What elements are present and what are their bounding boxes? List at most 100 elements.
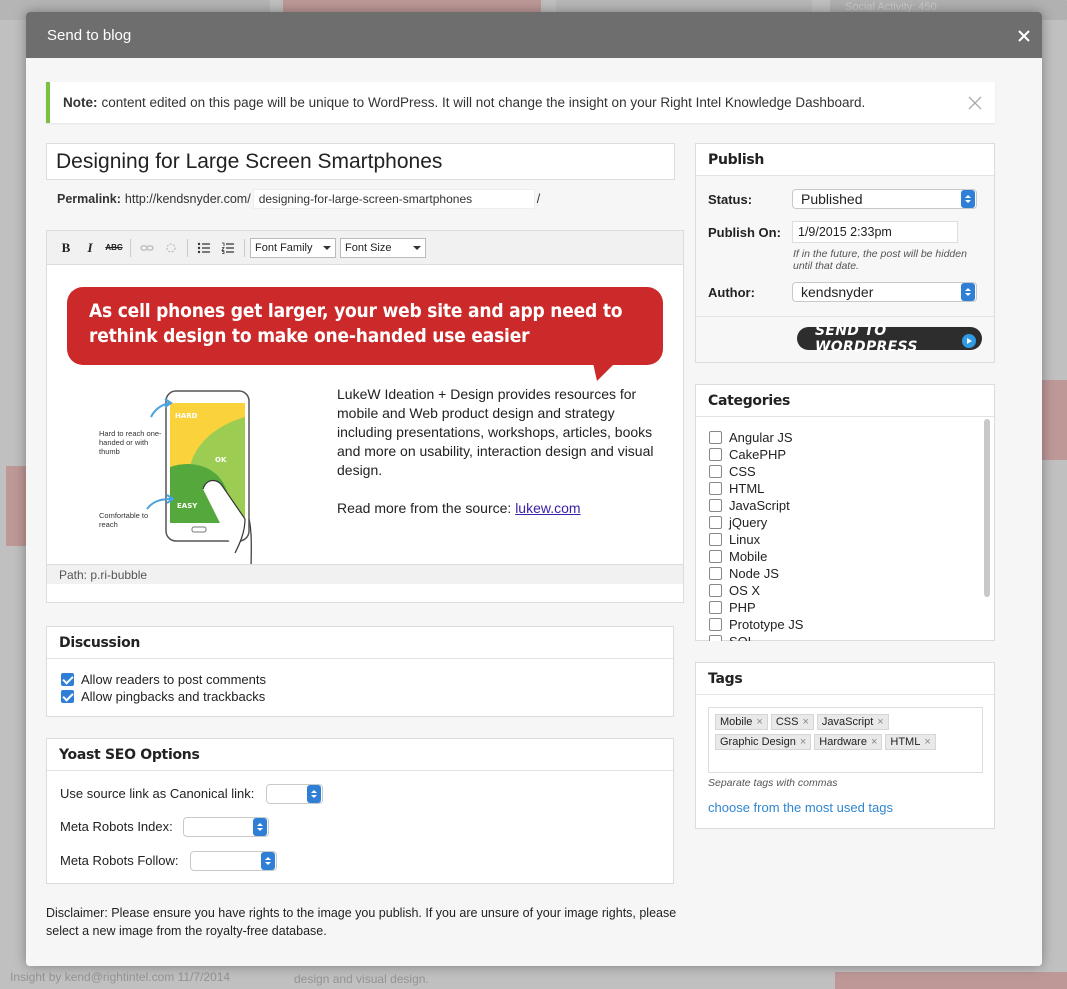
remove-tag-icon[interactable]: ×	[756, 716, 762, 728]
tag-label: CSS	[775, 716, 799, 728]
category-label: SQL	[729, 633, 755, 641]
category-item[interactable]: JavaScript	[709, 497, 803, 514]
category-item[interactable]: OS X	[709, 582, 803, 599]
tag-label: JavaScript	[821, 716, 874, 728]
status-select[interactable]: Published	[792, 189, 977, 209]
font-family-select[interactable]: Font Family	[250, 237, 336, 258]
remove-tag-icon[interactable]: ×	[802, 716, 808, 728]
author-label: Author:	[708, 285, 755, 300]
tag-chip: Graphic Design ×	[715, 734, 812, 750]
tags-title: Tags	[696, 663, 994, 695]
robots-index-select[interactable]	[183, 817, 269, 837]
category-checkbox[interactable]	[709, 431, 722, 444]
tag-chip: Mobile ×	[715, 714, 768, 730]
category-item[interactable]: PHP	[709, 599, 803, 616]
category-checkbox[interactable]	[709, 516, 722, 529]
robots-follow-select[interactable]	[190, 851, 277, 871]
image-rights-disclaimer: Disclaimer: Please ensure you have right…	[46, 906, 677, 938]
unlink-icon[interactable]	[160, 237, 182, 259]
category-checkbox[interactable]	[709, 499, 722, 512]
author-select[interactable]: kendsnyder	[792, 282, 977, 302]
post-title-input[interactable]	[46, 143, 675, 180]
category-item[interactable]: SQL	[709, 633, 803, 641]
allow-comments-option[interactable]: Allow readers to post comments	[61, 671, 673, 688]
dismiss-notice-icon[interactable]	[967, 95, 983, 111]
tag-label: HTML	[890, 736, 921, 748]
category-label: Prototype JS	[729, 617, 804, 632]
allow-pingbacks-checkbox[interactable]	[61, 690, 74, 703]
category-checkbox[interactable]	[709, 465, 722, 478]
close-icon[interactable]	[1016, 28, 1032, 44]
send-to-wordpress-button[interactable]: SEND TO WORDPRESS	[797, 323, 982, 355]
choose-most-used-tags-link[interactable]: choose from the most used tags	[708, 800, 893, 815]
category-item[interactable]: jQuery	[709, 514, 803, 531]
remove-tag-icon[interactable]: ×	[871, 736, 877, 748]
permalink-slug-input[interactable]: designing-for-large-screen-smartphones	[252, 189, 535, 209]
thumb-zone-illustration: HARD OK EASY	[146, 390, 252, 573]
zone-easy-label: EASY	[177, 502, 198, 510]
tag-chip: HTML ×	[885, 734, 936, 750]
category-item[interactable]: Mobile	[709, 548, 803, 565]
permalink-suffix: /	[536, 192, 541, 206]
permalink-row: Permalink: http://kendsnyder.com/ design…	[57, 189, 540, 209]
italic-button[interactable]: I	[79, 237, 101, 259]
spinner-icon	[307, 785, 321, 803]
hard-to-reach-label: Hard to reach one-handed or with thumb	[99, 429, 162, 456]
toolbar-separator	[244, 238, 245, 257]
remove-tag-icon[interactable]: ×	[877, 716, 883, 728]
categories-scrollbar[interactable]	[984, 419, 990, 597]
category-checkbox[interactable]	[709, 584, 722, 597]
tags-hint: Separate tags with commas	[708, 777, 838, 789]
category-label: jQuery	[729, 515, 768, 530]
category-checkbox[interactable]	[709, 550, 722, 563]
category-checkbox[interactable]	[709, 482, 722, 495]
robots-follow-label: Meta Robots Follow:	[60, 853, 179, 868]
allow-comments-checkbox[interactable]	[61, 673, 74, 686]
category-checkbox[interactable]	[709, 567, 722, 580]
remove-tag-icon[interactable]: ×	[800, 736, 806, 748]
category-item[interactable]: HTML	[709, 480, 803, 497]
category-item[interactable]: Prototype JS	[709, 616, 803, 633]
bullet-list-icon[interactable]	[193, 237, 215, 259]
category-item[interactable]: Linux	[709, 531, 803, 548]
canonical-select[interactable]	[266, 784, 323, 804]
spinner-icon	[961, 190, 975, 208]
font-size-select[interactable]: Font Size	[340, 237, 426, 258]
link-icon[interactable]	[136, 237, 158, 259]
bold-button[interactable]: B	[55, 237, 77, 259]
allow-pingbacks-option[interactable]: Allow pingbacks and trackbacks	[61, 688, 673, 705]
strikethrough-button[interactable]: ABC	[103, 237, 125, 259]
zone-hard-label: HARD	[175, 412, 198, 420]
remove-tag-icon[interactable]: ×	[924, 736, 930, 748]
editor-toolbar: B I ABC Font Family Font Size	[47, 231, 683, 265]
zone-ok-label: OK	[215, 456, 227, 464]
publish-panel: Publish Status: Published Publish On: 1/…	[695, 143, 995, 363]
categories-list-viewport[interactable]: Angular JS CakePHP CSS HTML JavaScript jQuery…	[696, 418, 994, 641]
publish-on-input[interactable]: 1/9/2015 2:33pm	[792, 221, 958, 243]
category-label: CakePHP	[729, 447, 787, 462]
category-checkbox[interactable]	[709, 601, 722, 614]
category-item[interactable]: CSS	[709, 463, 803, 480]
tag-label: Hardware	[819, 736, 867, 748]
editor-path-bar: Path: p.ri-bubble	[47, 564, 683, 584]
editor-content[interactable]: As cell phones get larger, your web site…	[47, 265, 683, 584]
category-checkbox[interactable]	[709, 533, 722, 546]
read-more-line: Read more from the source: lukew.com	[337, 499, 667, 518]
spinner-icon	[253, 818, 267, 836]
toolbar-separator	[130, 238, 131, 257]
category-item[interactable]: Angular JS	[709, 429, 803, 446]
category-label: Angular JS	[729, 430, 793, 445]
tags-input[interactable]: Mobile × CSS × JavaScript × Graphic Design × Har…	[708, 707, 983, 773]
source-link[interactable]: lukew.com	[515, 500, 580, 516]
numbered-list-icon[interactable]	[217, 237, 239, 259]
modal-header: Send to blog	[26, 12, 1042, 58]
category-checkbox[interactable]	[709, 618, 722, 631]
notice-text: content edited on this page will be uniq…	[101, 95, 866, 110]
tag-label: Graphic Design	[720, 736, 796, 748]
toolbar-separator	[187, 238, 188, 257]
category-item[interactable]: Node JS	[709, 565, 803, 582]
category-checkbox[interactable]	[709, 635, 722, 641]
category-checkbox[interactable]	[709, 448, 722, 461]
category-item[interactable]: CakePHP	[709, 446, 803, 463]
categories-list: Angular JS CakePHP CSS HTML JavaScript jQuery…	[709, 429, 803, 641]
